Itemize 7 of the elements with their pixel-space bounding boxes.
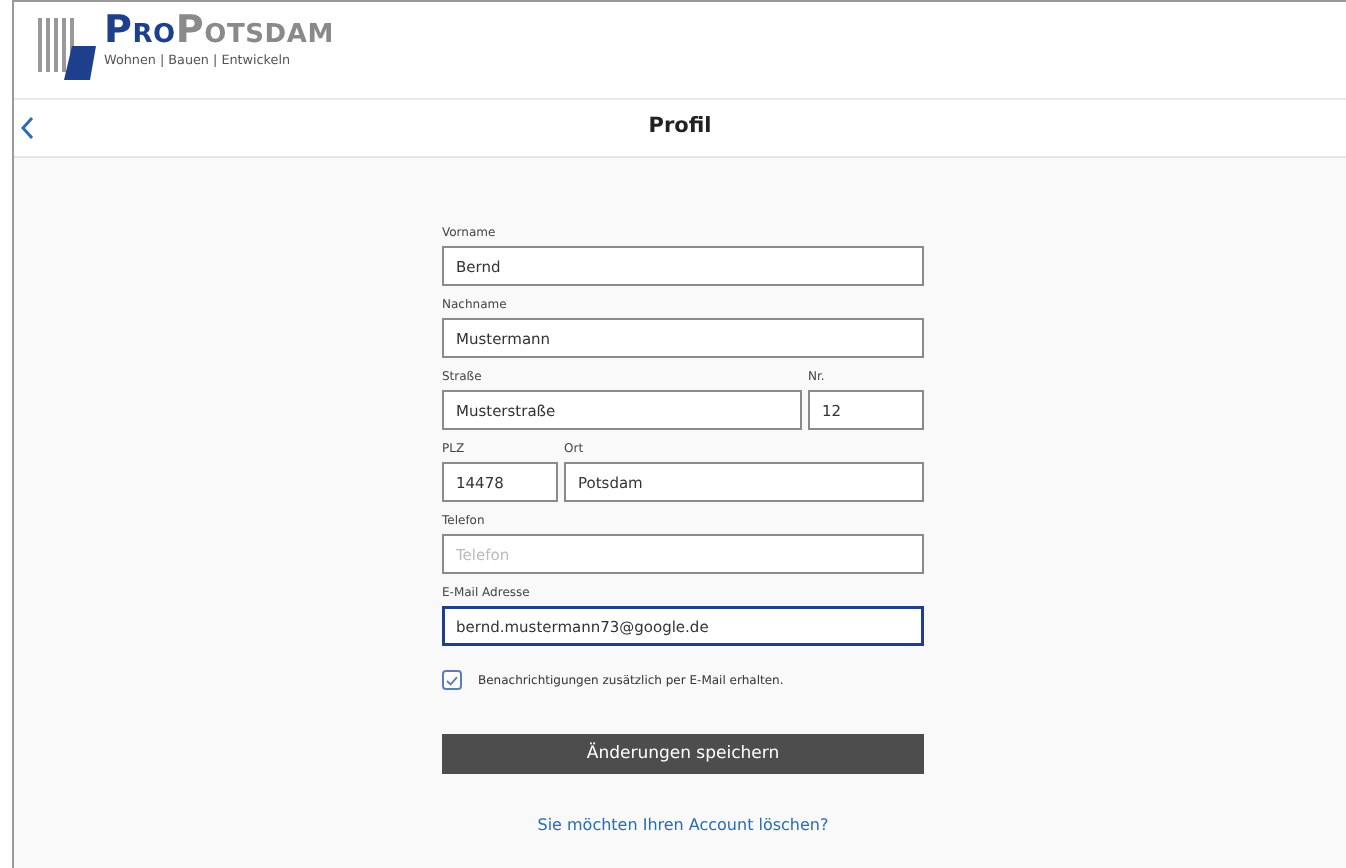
delete-account-link[interactable]: Sie möchten Ihren Account löschen? [537,816,829,834]
checkbox[interactable] [442,670,462,690]
back-button[interactable] [18,114,38,142]
brand-name: ProPotsdam [104,12,334,50]
logo-icon [38,18,96,80]
page-title: Profil [648,112,712,143]
save-button[interactable]: Änderungen speichern [442,734,924,774]
